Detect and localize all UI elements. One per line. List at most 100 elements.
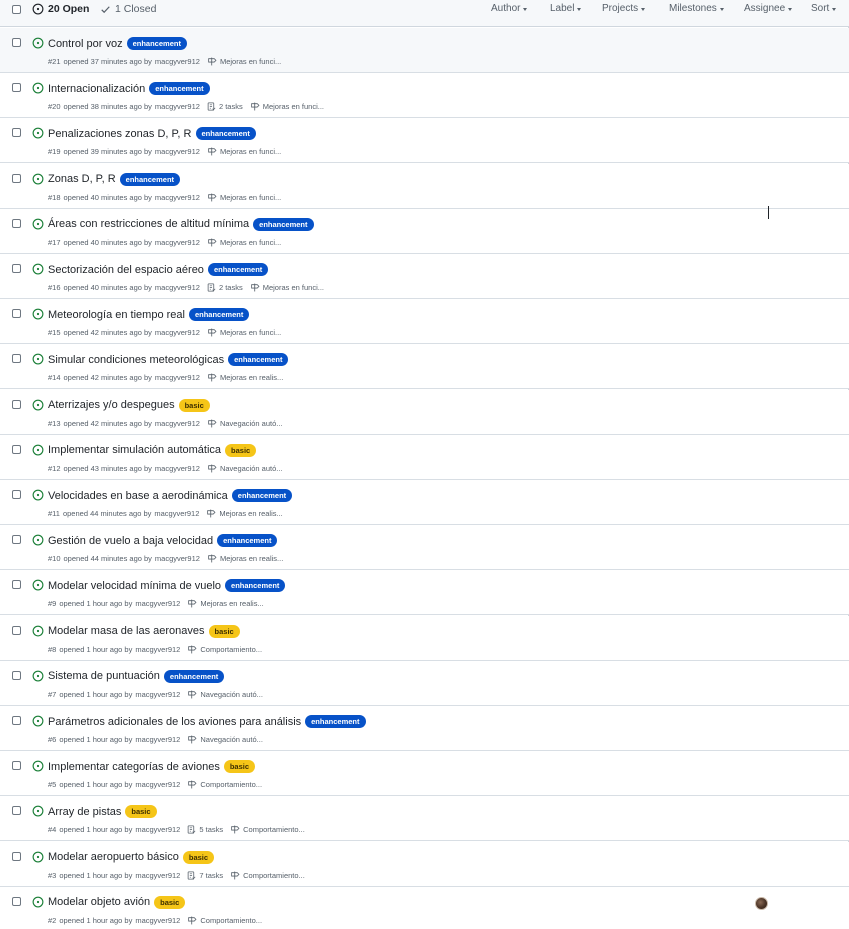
issue-title-link[interactable]: Sectorización del espacio aéreo — [48, 264, 204, 276]
issue-row[interactable]: Sistema de puntuación enhancement #7 opened… — [0, 660, 849, 706]
issue-label-badge[interactable]: basic — [178, 398, 210, 412]
open-issues-tab[interactable]: 20 Open — [32, 3, 89, 15]
milestone-link[interactable]: Mejoras en funci... — [220, 57, 281, 66]
issue-checkbox[interactable] — [12, 354, 21, 364]
author-filter[interactable]: Author — [491, 3, 528, 14]
issue-author-link[interactable]: macgyver912 — [155, 464, 200, 473]
issue-label-badge[interactable]: basic — [223, 760, 256, 774]
issue-title-link[interactable]: Implementar categorías de aviones — [48, 761, 220, 773]
issue-author-link[interactable]: macgyver912 — [155, 373, 200, 382]
issue-row[interactable]: Penalizaciones zonas D, P, Renhancement #… — [0, 118, 849, 164]
projects-filter[interactable]: Projects — [602, 3, 646, 14]
issue-author-link[interactable]: macgyver912 — [135, 690, 180, 699]
issue-author-link[interactable]: macgyver912 — [135, 599, 180, 608]
milestone-link[interactable]: Mejoras en realis... — [219, 509, 282, 518]
issue-checkbox[interactable] — [12, 761, 21, 771]
issue-author-link[interactable]: macgyver912 — [155, 554, 200, 563]
issue-checkbox[interactable] — [12, 218, 21, 228]
label-filter[interactable]: Label — [550, 3, 582, 14]
issue-row[interactable]: Array de pistas basic #4 opened 1 hour ago … — [0, 796, 849, 842]
issue-title-link[interactable]: Gestión de vuelo a baja velocidad — [48, 535, 213, 547]
milestone-link[interactable]: Comportamiento... — [243, 871, 305, 880]
issue-author-link[interactable]: macgyver912 — [155, 193, 200, 202]
issue-author-link[interactable]: macgyver912 — [135, 871, 180, 880]
milestone-link[interactable]: Navegación autó... — [200, 735, 263, 744]
issue-author-link[interactable]: macgyver912 — [155, 238, 200, 247]
issue-title-link[interactable]: Zonas D, P, R — [48, 173, 116, 185]
issue-checkbox[interactable] — [12, 173, 21, 183]
milestones-filter[interactable]: Milestones — [669, 3, 724, 14]
issue-row[interactable]: Control por voz enhancement #21 opened 37 m… — [0, 28, 849, 73]
issue-row[interactable]: Gestión de vuelo a baja velocidad enhance… — [0, 525, 849, 571]
issue-checkbox[interactable] — [12, 399, 21, 409]
milestone-link[interactable]: Navegación autó... — [220, 419, 283, 428]
issue-row[interactable]: Zonas D, P, Renhancement #18 opened 40 min… — [0, 163, 849, 209]
issue-label-badge[interactable]: enhancement — [225, 579, 286, 593]
issue-row[interactable]: Simular condiciones meteorológicas enhanc… — [0, 344, 849, 390]
issue-checkbox[interactable] — [12, 670, 21, 680]
issue-label-badge[interactable]: enhancement — [195, 127, 256, 141]
issue-author-link[interactable]: macgyver912 — [135, 780, 180, 789]
issue-checkbox[interactable] — [12, 490, 21, 499]
avatar[interactable] — [755, 897, 768, 910]
issue-title-link[interactable]: Control por voz — [48, 38, 123, 50]
milestone-link[interactable]: Comportamiento... — [243, 825, 305, 834]
issue-author-link[interactable]: macgyver912 — [135, 825, 180, 834]
issue-checkbox[interactable] — [12, 851, 21, 861]
issue-title-link[interactable]: Parámetros adicionales de los aviones pa… — [48, 716, 301, 728]
issue-title-link[interactable]: Modelar masa de las aeronaves — [48, 625, 205, 637]
issue-checkbox[interactable] — [12, 535, 21, 545]
issue-title-link[interactable]: Modelar velocidad mínima de vuelo — [48, 580, 221, 592]
issue-label-badge[interactable]: basic — [208, 624, 240, 638]
issue-label-badge[interactable]: enhancement — [126, 37, 187, 50]
issue-checkbox[interactable] — [12, 625, 21, 635]
issue-label-badge[interactable]: basic — [225, 443, 257, 457]
issue-label-badge[interactable]: enhancement — [231, 489, 293, 502]
milestone-link[interactable]: Mejoras en funci... — [220, 193, 281, 202]
issue-row[interactable]: Sectorización del espacio aéreo enhanceme… — [0, 254, 849, 299]
issue-row[interactable]: Meteorología en tiempo real enhancement #1… — [0, 299, 849, 345]
issue-row[interactable]: Aterrizajes y/o despegues basic #13 opened … — [0, 389, 849, 435]
issue-row[interactable]: Implementar categorías de aviones basic #5… — [0, 751, 849, 797]
issue-title-link[interactable]: Modelar aeropuerto básico — [48, 851, 179, 863]
assignee-filter[interactable]: Assignee — [744, 3, 793, 14]
milestone-link[interactable]: Navegación autó... — [200, 690, 263, 699]
issue-author-link[interactable]: macgyver912 — [155, 328, 200, 337]
issue-row[interactable]: Parámetros adicionales de los aviones pa… — [0, 706, 849, 751]
milestone-link[interactable]: Navegación autó... — [220, 464, 283, 473]
issue-author-link[interactable]: macgyver912 — [155, 102, 200, 111]
milestone-link[interactable]: Mejoras en realis... — [200, 599, 263, 608]
issue-label-badge[interactable]: enhancement — [119, 172, 181, 186]
issue-row[interactable]: Modelar aeropuerto básico basic #3 opened 1… — [0, 841, 849, 887]
issue-title-link[interactable]: Aterrizajes y/o despegues — [48, 399, 175, 411]
issue-label-badge[interactable]: basic — [125, 805, 157, 819]
issue-label-badge[interactable]: enhancement — [228, 353, 289, 367]
issue-label-badge[interactable]: basic — [182, 850, 215, 864]
issue-checkbox[interactable] — [12, 38, 21, 47]
sort-filter[interactable]: Sort — [811, 3, 837, 14]
issue-checkbox[interactable] — [12, 806, 21, 816]
issue-author-link[interactable]: macgyver912 — [135, 645, 180, 654]
issue-label-badge[interactable]: enhancement — [163, 669, 225, 683]
issue-title-link[interactable]: Array de pistas — [48, 806, 121, 818]
issue-title-link[interactable]: Áreas con restricciones de altitud mínim… — [48, 218, 249, 230]
issue-row[interactable]: Modelar objeto avión basic #2 opened 1 hour… — [0, 886, 849, 929]
issue-checkbox[interactable] — [12, 83, 21, 93]
issue-title-link[interactable]: Penalizaciones zonas D, P, R — [48, 128, 192, 140]
issue-label-badge[interactable]: enhancement — [253, 217, 314, 231]
issue-label-badge[interactable]: basic — [154, 895, 186, 909]
issue-label-badge[interactable]: enhancement — [149, 82, 210, 96]
issue-title-link[interactable]: Velocidades en base a aerodinámica — [48, 490, 228, 502]
issue-checkbox[interactable] — [12, 716, 21, 725]
issue-row[interactable]: Internacionalización enhancement #20 opened… — [0, 73, 849, 119]
issue-label-badge[interactable]: enhancement — [217, 534, 278, 548]
milestone-link[interactable]: Mejoras en funci... — [220, 328, 281, 337]
issue-label-badge[interactable]: enhancement — [188, 308, 250, 322]
issue-label-badge[interactable]: enhancement — [207, 263, 269, 276]
milestone-link[interactable]: Mejoras en funci... — [263, 283, 324, 292]
select-all-checkbox[interactable] — [12, 5, 21, 14]
issue-author-link[interactable]: macgyver912 — [154, 509, 199, 518]
issue-author-link[interactable]: macgyver912 — [155, 57, 200, 66]
issue-title-link[interactable]: Meteorología en tiempo real — [48, 309, 185, 321]
issue-checkbox[interactable] — [12, 444, 21, 454]
